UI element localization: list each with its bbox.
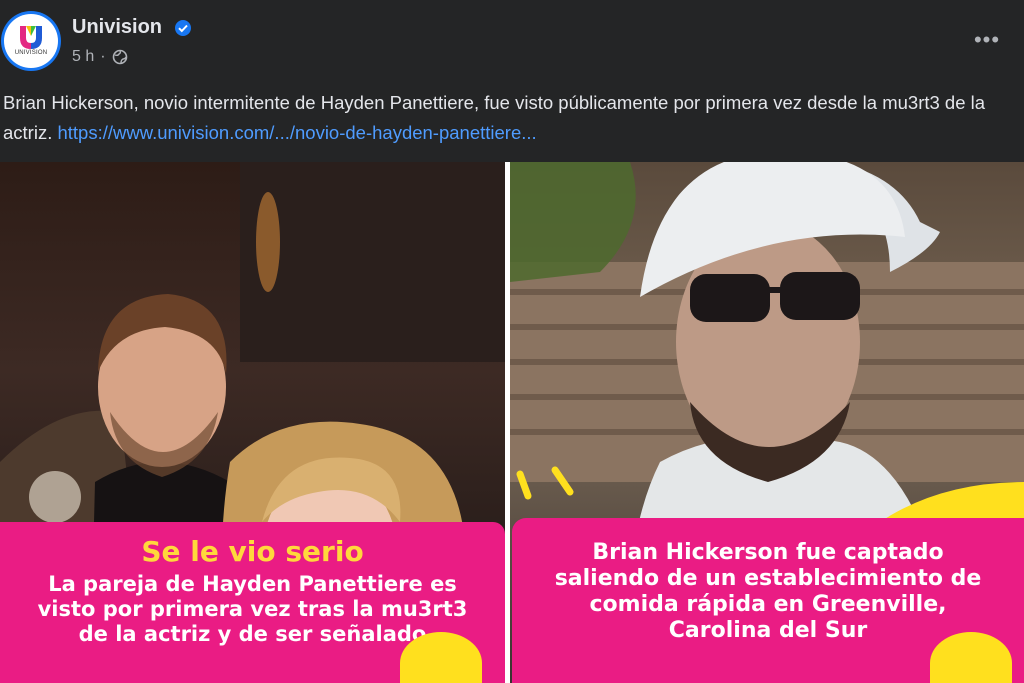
- photo-sighting[interactable]: Brian Hickerson fue captado saliendo de …: [510, 162, 1024, 683]
- univision-logo-icon: [20, 26, 42, 49]
- post-meta: 5 h ·: [72, 48, 128, 66]
- caption-left-title: Se le vio serio: [141, 535, 364, 568]
- avatar-wordmark: UNIVISION: [14, 50, 48, 56]
- globe-icon: [112, 49, 127, 65]
- post-time[interactable]: 5 h: [72, 48, 94, 66]
- more-options-icon[interactable]: •••: [970, 28, 1004, 52]
- verified-badge-icon: [175, 20, 191, 36]
- photo-couple[interactable]: Se le vio serio La pareja de Hayden Pane…: [0, 162, 505, 683]
- meta-separator: ·: [100, 48, 106, 65]
- post-link[interactable]: https://www.univision.com/.../novio-de-h…: [57, 122, 536, 143]
- page-name[interactable]: Univision: [72, 16, 162, 39]
- post-text: Brian Hickerson, novio intermitente de H…: [3, 88, 1013, 148]
- caption-right-body: Brian Hickerson fue captado saliendo de …: [554, 540, 982, 643]
- post-header: UNIVISION Univision 5 h · •••: [0, 0, 1024, 80]
- avatar[interactable]: UNIVISION: [4, 14, 58, 68]
- post-media[interactable]: Se le vio serio La pareja de Hayden Pane…: [0, 162, 1024, 683]
